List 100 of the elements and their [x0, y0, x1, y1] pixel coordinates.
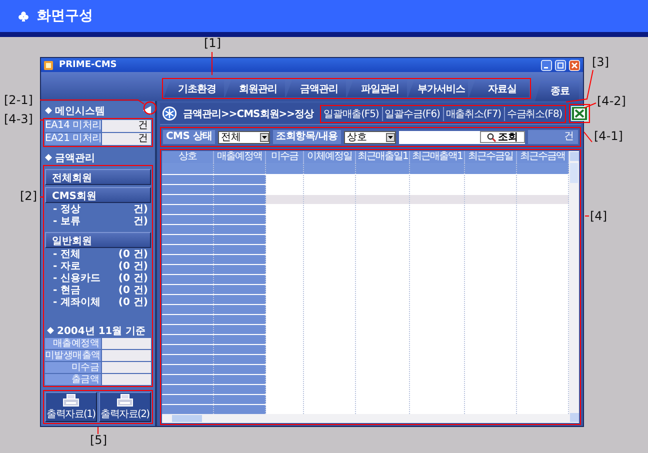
- minimize-button[interactable]: [541, 60, 552, 70]
- search-field[interactable]: 조회: [398, 130, 525, 144]
- menu-tab[interactable]: 금액관리: [286, 80, 346, 97]
- menu-tab[interactable]: 자료실: [469, 80, 529, 97]
- table-row[interactable]: [162, 285, 569, 295]
- search-icon: [487, 132, 496, 142]
- summary-label: 미발생매출액: [45, 350, 101, 361]
- leader-line: [584, 132, 592, 142]
- item-count: 건): [133, 216, 148, 228]
- table-row[interactable]: [162, 395, 569, 405]
- submenu-item[interactable]: - 현금: [53, 285, 81, 297]
- table-row[interactable]: [162, 215, 569, 225]
- summary-label: 매출예정액: [45, 338, 101, 349]
- menu-tab[interactable]: 파일관리: [347, 80, 407, 97]
- callout-label: [4]: [590, 209, 607, 223]
- submenu-item[interactable]: - 보류: [53, 216, 81, 228]
- restore-button[interactable]: [555, 60, 566, 70]
- page-title: 화면구성: [37, 7, 93, 25]
- summary-value-field: [102, 350, 151, 361]
- breadcrumb: 금액관리>>CMS회원>>정상: [183, 108, 314, 120]
- summary-label: 출금액: [45, 374, 101, 385]
- action-button[interactable]: 매출취소(F7): [444, 106, 503, 120]
- table-row[interactable]: [162, 225, 569, 235]
- callout-label: [3]: [592, 55, 609, 69]
- dropdown-arrow-icon: [386, 132, 395, 142]
- callout-label: [4-1]: [594, 129, 623, 143]
- status-count: 건: [102, 133, 151, 145]
- table-row[interactable]: [162, 235, 569, 245]
- status-label: EA14 미처리: [45, 120, 101, 132]
- print-button[interactable]: 출력자료(2): [99, 392, 151, 422]
- table-row[interactable]: [162, 365, 569, 375]
- filter-label: CMS 상태: [163, 130, 216, 144]
- diamond-icon: [45, 107, 52, 114]
- action-button[interactable]: 수금취소(F8): [504, 106, 564, 120]
- vertical-scrollbar[interactable]: [569, 151, 579, 423]
- menu-tab[interactable]: 부가서비스: [408, 80, 468, 97]
- member-group-button[interactable]: 전체회원: [45, 169, 151, 185]
- table-row[interactable]: [162, 345, 569, 355]
- menu-tab[interactable]: 회원관리: [225, 80, 285, 97]
- table-row[interactable]: [162, 205, 569, 215]
- table-row[interactable]: [162, 385, 569, 395]
- table-row[interactable]: [162, 255, 569, 265]
- table-row[interactable]: [162, 325, 569, 335]
- club-icon: [18, 10, 29, 22]
- diamond-icon: [47, 327, 54, 334]
- collapse-arrow-icon[interactable]: [143, 106, 151, 115]
- submenu-item[interactable]: - 자로: [53, 261, 81, 273]
- horizontal-scrollbar[interactable]: [162, 414, 569, 423]
- submenu-item[interactable]: - 계좌이체: [53, 297, 101, 309]
- summary-label: 미수금: [45, 362, 101, 373]
- print-button[interactable]: 출력자료(1): [45, 392, 97, 422]
- callout-label: [1]: [204, 36, 221, 50]
- table-row[interactable]: [162, 265, 569, 275]
- printer-icon: [117, 394, 133, 406]
- table-row[interactable]: [162, 245, 569, 255]
- member-group-button[interactable]: CMS회원: [45, 187, 151, 203]
- table-row[interactable]: [162, 315, 569, 325]
- item-count: (0 건): [118, 273, 148, 285]
- table-row[interactable]: [162, 375, 569, 385]
- result-count: 건: [528, 130, 578, 144]
- member-group-button[interactable]: 일반회원: [45, 232, 151, 248]
- dropdown-arrow-icon: [260, 132, 270, 142]
- close-button[interactable]: [569, 60, 580, 70]
- table-row[interactable]: [162, 175, 569, 185]
- section-title: 2004년 11월 기준: [57, 324, 146, 338]
- table-row[interactable]: [162, 355, 569, 365]
- item-count: (0 건): [118, 285, 148, 297]
- table-row[interactable]: [162, 195, 569, 205]
- item-count: (0 건): [118, 297, 148, 309]
- summary-value-field: [102, 338, 151, 349]
- window-title: PRIME-CMS: [59, 60, 117, 70]
- search-field-dropdown[interactable]: 상호: [344, 130, 396, 144]
- summary-value-field: [102, 374, 151, 385]
- table-row[interactable]: [162, 335, 569, 345]
- app-icon: [44, 60, 53, 70]
- section-title: 메인시스템: [55, 104, 105, 118]
- item-count: (0 건): [118, 249, 148, 261]
- submenu-item[interactable]: - 정상: [53, 204, 81, 216]
- callout-label: [5]: [90, 433, 107, 447]
- printer-icon: [63, 394, 79, 406]
- search-button[interactable]: 조회: [480, 131, 525, 143]
- table-row[interactable]: [162, 275, 569, 285]
- callout-label: [4-3]: [4, 112, 33, 126]
- snowflake-icon: [162, 106, 177, 121]
- menu-tab[interactable]: 기초환경: [164, 80, 224, 97]
- section-title: 금액관리: [55, 152, 95, 164]
- submenu-item[interactable]: - 신용카드: [53, 273, 101, 285]
- status-label: EA21 미처리: [45, 133, 101, 145]
- callout-label: [2-1]: [4, 93, 33, 107]
- table-row[interactable]: [162, 295, 569, 305]
- summary-value-field: [102, 362, 151, 373]
- filter-label: 조회항목/내용: [273, 130, 341, 144]
- status-dropdown[interactable]: 전체: [218, 130, 270, 144]
- action-button[interactable]: 일괄매출(F5): [322, 106, 381, 120]
- table-row[interactable]: [162, 305, 569, 315]
- submenu-item[interactable]: - 전체: [53, 249, 81, 261]
- highlight-circle: [143, 101, 157, 115]
- callout-label: [2]: [20, 189, 37, 203]
- item-count: 건): [133, 204, 148, 216]
- action-button[interactable]: 일괄수금(F6): [382, 106, 442, 120]
